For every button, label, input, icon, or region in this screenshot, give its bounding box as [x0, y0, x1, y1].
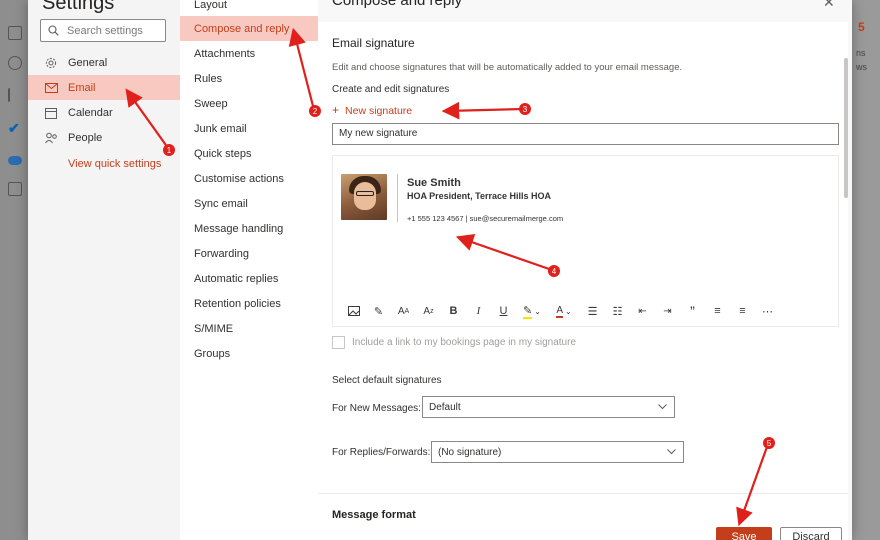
email-subsettings: Layout Compose and reply Attachments Rul… — [180, 0, 318, 540]
bookings-checkbox[interactable] — [332, 336, 345, 349]
subsetting-rules[interactable]: Rules — [180, 66, 318, 91]
search-placeholder: Search settings — [67, 25, 143, 37]
new-messages-value: Default — [429, 402, 461, 413]
category-label: Email — [68, 81, 96, 94]
numbering-icon[interactable]: ☷ — [605, 302, 630, 320]
close-icon[interactable]: ✕ — [823, 0, 835, 11]
email-signature-heading: Email signature — [332, 36, 415, 50]
new-signature-label: New signature — [345, 105, 413, 117]
people-icon — [44, 131, 58, 145]
subsetting-groups[interactable]: Groups — [180, 341, 318, 366]
underline-icon[interactable]: U — [491, 302, 516, 320]
category-people[interactable]: People — [28, 125, 180, 150]
people-rail-icon[interactable] — [8, 56, 22, 70]
align-left-icon[interactable]: ≡ — [705, 302, 730, 320]
format-toolbar: ✎ AA Az B I U ✎ ⌄ A ⌄ ☰ ☷ ⇤ ⇥ ” ≡ ≡ ⋯ — [341, 302, 831, 320]
mail-icon — [44, 81, 58, 95]
image-icon[interactable] — [341, 302, 366, 320]
bullets-icon[interactable]: ☰ — [580, 302, 605, 320]
category-general[interactable]: General — [28, 50, 180, 75]
background-pane: 5 ns ws — [852, 0, 880, 540]
create-edit-heading: Create and edit signatures — [332, 84, 450, 95]
signature-contact: +1 555 123 4567 | sue@securemailmerge.co… — [407, 214, 564, 223]
subsetting-sweep[interactable]: Sweep — [180, 91, 318, 116]
subsetting-automatic-replies[interactable]: Automatic replies — [180, 266, 318, 291]
background-fragment: ws — [856, 62, 867, 72]
plus-icon: + — [332, 103, 340, 117]
save-button[interactable]: Save — [716, 527, 772, 540]
gear-icon — [44, 56, 58, 70]
signature-editor[interactable]: Sue Smith HOA President, Terrace Hills H… — [332, 155, 839, 327]
subsetting-retention-policies[interactable]: Retention policies — [180, 291, 318, 316]
font-size-icon[interactable]: AA — [391, 302, 416, 320]
subsetting-junk-email[interactable]: Junk email — [180, 116, 318, 141]
discard-button[interactable]: Discard — [780, 527, 842, 540]
search-icon — [48, 25, 59, 39]
subsetting-forwarding[interactable]: Forwarding — [180, 241, 318, 266]
signature-person-title: HOA President, Terrace Hills HOA — [407, 191, 552, 201]
signature-person-name: Sue Smith — [407, 177, 461, 189]
message-format-heading: Message format — [332, 509, 416, 521]
bookings-checkbox-label: Include a link to my bookings page in my… — [352, 337, 577, 348]
new-messages-label: For New Messages: — [332, 403, 421, 414]
more-icon[interactable]: ⋯ — [755, 302, 780, 320]
signature-photo — [341, 174, 387, 220]
chevron-down-icon — [666, 446, 677, 460]
font-color-icon[interactable]: A ⌄ — [548, 302, 580, 320]
subsetting-compose-and-reply[interactable]: Compose and reply — [180, 16, 318, 41]
category-email[interactable]: Email — [28, 75, 180, 100]
settings-dialog: Settings Search settings General Email C… — [28, 0, 852, 540]
calendar-icon — [44, 106, 58, 120]
subsetting-customise-actions[interactable]: Customise actions — [180, 166, 318, 191]
replies-label: For Replies/Forwards: — [332, 447, 431, 458]
category-label: General — [68, 56, 108, 69]
subsetting-message-handling[interactable]: Message handling — [180, 216, 318, 241]
bookings-option: Include a link to my bookings page in my… — [332, 336, 576, 349]
content-area: Compose and reply ✕ Email signature Edit… — [318, 0, 852, 540]
scrollbar[interactable] — [844, 58, 848, 198]
align-center-icon[interactable]: ≡ — [730, 302, 755, 320]
divider — [318, 493, 848, 494]
chevron-down-icon — [657, 401, 668, 415]
replies-value: (No signature) — [438, 447, 502, 458]
subsetting-smime[interactable]: S/MIME — [180, 316, 318, 341]
onedrive-rail-icon[interactable] — [8, 156, 22, 165]
settings-title: Settings — [42, 0, 115, 14]
signature-name-input[interactable]: My new signature — [332, 123, 839, 145]
signature-description: Edit and choose signatures that will be … — [332, 62, 683, 73]
category-calendar[interactable]: Calendar — [28, 100, 180, 125]
category-label: People — [68, 131, 103, 144]
subsetting-sync-email[interactable]: Sync email — [180, 191, 318, 216]
italic-icon[interactable]: I — [466, 302, 491, 320]
highlight-icon[interactable]: ✎ ⌄ — [516, 302, 548, 320]
view-quick-settings-link[interactable]: View quick settings — [68, 158, 161, 170]
search-settings-input[interactable]: Search settings — [40, 19, 166, 42]
new-messages-dropdown[interactable]: Default — [422, 396, 675, 418]
attach-rail-icon[interactable] — [8, 88, 22, 102]
background-fragment: 5 — [858, 20, 865, 34]
superscript-icon[interactable]: Az — [416, 302, 441, 320]
subsetting-quick-steps[interactable]: Quick steps — [180, 141, 318, 166]
subsetting-layout[interactable]: Layout — [180, 0, 318, 17]
new-signature-button[interactable]: + New signature — [332, 103, 412, 117]
replies-dropdown[interactable]: (No signature) — [431, 441, 684, 463]
category-label: Calendar — [68, 106, 113, 119]
subsetting-attachments[interactable]: Attachments — [180, 41, 318, 66]
bold-icon[interactable]: B — [441, 302, 466, 320]
increase-indent-icon[interactable]: ⇥ — [655, 302, 680, 320]
calendar-rail-icon[interactable] — [8, 26, 22, 40]
compose-panel: Email signature Edit and choose signatur… — [318, 22, 848, 540]
quote-icon[interactable]: ” — [680, 302, 705, 320]
signature-divider — [397, 174, 398, 222]
format-painter-icon[interactable]: ✎ — [366, 302, 391, 320]
default-signatures-heading: Select default signatures — [332, 375, 442, 386]
todo-rail-icon[interactable]: ✔ — [8, 120, 22, 136]
background-fragment: ns — [856, 48, 866, 58]
page-title: Compose and reply — [332, 0, 463, 9]
decrease-indent-icon[interactable]: ⇤ — [630, 302, 655, 320]
settings-categories: Settings Search settings General Email C… — [28, 0, 180, 540]
app-rail: ✔ — [0, 0, 28, 540]
apps-rail-icon[interactable] — [8, 182, 22, 196]
